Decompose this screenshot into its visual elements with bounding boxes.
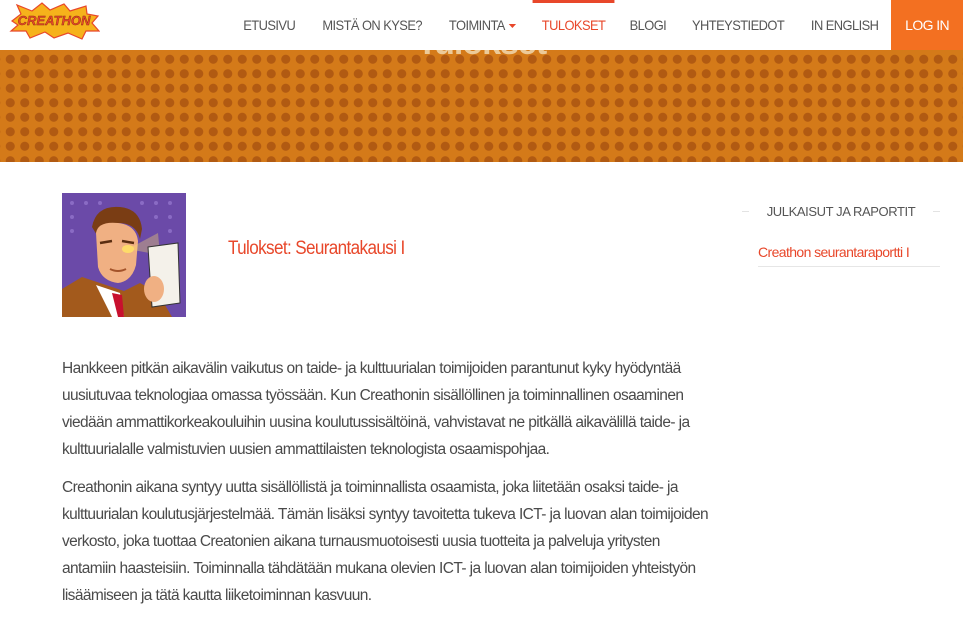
nav-blogi[interactable]: BLOGI	[620, 0, 675, 50]
login-button[interactable]: LOG IN	[891, 0, 963, 50]
sidebar: JULKAISUT JA RAPORTIT Creathon seurantar…	[742, 198, 941, 267]
top-navbar: CREATHON ETUSIVU MISTÄ ON KYSE? TOIMINTA…	[0, 0, 963, 50]
nav-mista-on-kyse[interactable]: MISTÄ ON KYSE?	[313, 0, 431, 50]
banner-title: Tulokset	[0, 50, 963, 63]
title-rule-left	[742, 210, 749, 212]
creathon-logo[interactable]: CREATHON	[8, 2, 101, 40]
nav-tulokset[interactable]: TULOKSET	[532, 0, 615, 50]
nav-yhteystiedot-label: YHTEYSTIEDOT	[691, 17, 785, 33]
article-body: Hankkeen pitkän aikavälin vaikutus on ta…	[62, 355, 710, 620]
caret-down-icon	[508, 24, 516, 28]
widget-title: JULKAISUT JA RAPORTIT	[742, 198, 941, 224]
nav-etusivu-label: ETUSIVU	[243, 17, 296, 33]
page-banner: Tulokset	[0, 50, 963, 162]
nav-etusivu[interactable]: ETUSIVU	[234, 0, 304, 50]
nav-tulokset-label: TULOKSET	[541, 17, 606, 33]
nav-mista-label: MISTÄ ON KYSE?	[321, 17, 422, 33]
nav-blogi-label: BLOGI	[629, 17, 667, 33]
main-nav: ETUSIVU MISTÄ ON KYSE? TOIMINTA TULOKSET…	[231, 0, 963, 50]
post-title[interactable]: Tulokset: Seurantakausi I	[228, 238, 405, 260]
nav-toiminta[interactable]: TOIMINTA	[440, 0, 525, 50]
title-rule-right	[933, 210, 941, 212]
login-label: LOG IN	[905, 17, 949, 33]
nav-in-english-label: IN ENGLISH	[810, 17, 879, 33]
article-paragraph: Hankkeen pitkän aikavälin vaikutus on ta…	[62, 360, 690, 458]
nav-toiminta-label: TOIMINTA	[448, 17, 505, 33]
logo-text: CREATHON	[18, 13, 91, 28]
nav-yhteystiedot[interactable]: YHTEYSTIEDOT	[682, 0, 793, 50]
widget-title-text: JULKAISUT JA RAPORTIT	[766, 203, 916, 219]
sidebar-link-seurantaraportti[interactable]: Creathon seurantaraportti I	[758, 244, 940, 267]
article-paragraph: Creathonin aikana syntyy uutta sisällöll…	[62, 479, 709, 604]
nav-in-english[interactable]: IN ENGLISH	[802, 0, 888, 50]
post-thumbnail-image	[62, 193, 186, 317]
